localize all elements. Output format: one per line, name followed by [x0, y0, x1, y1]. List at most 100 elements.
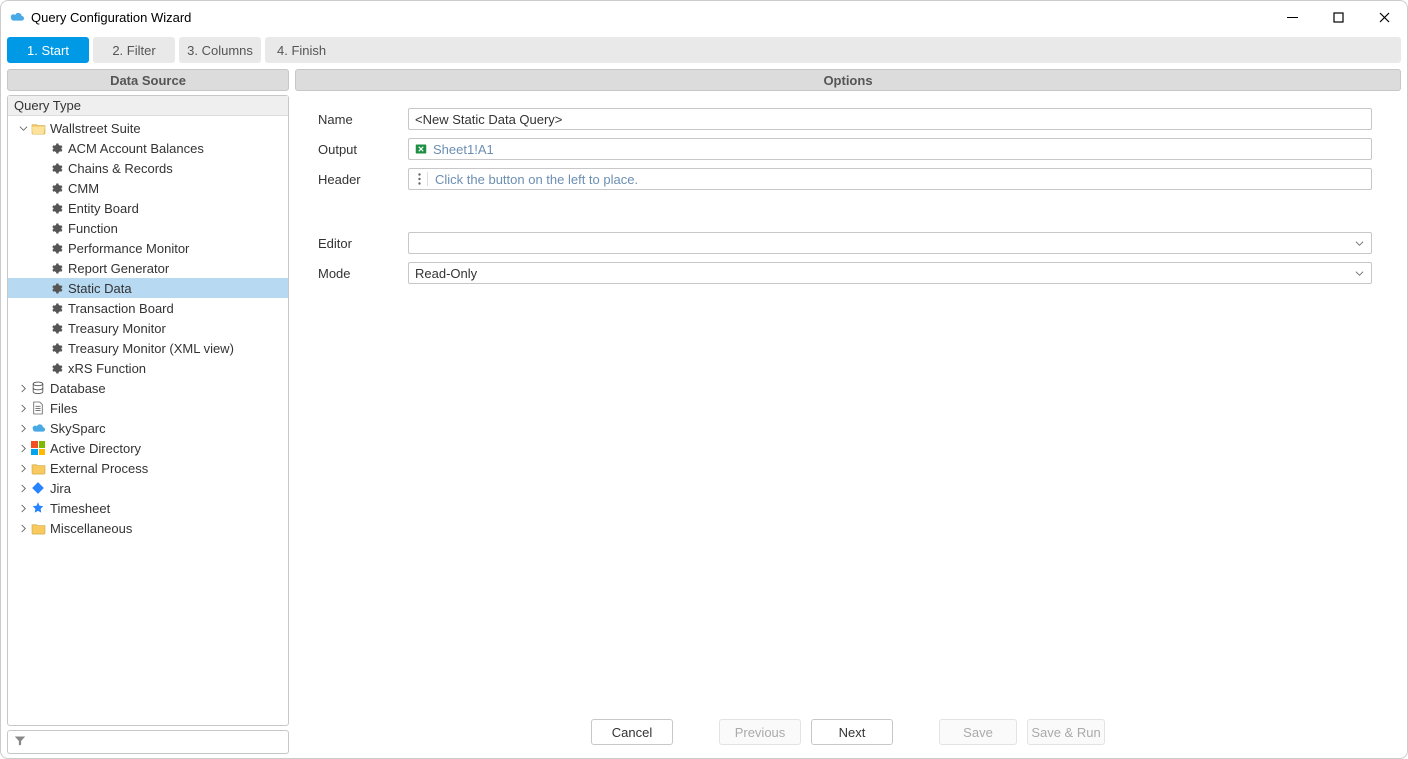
tree-filter-input[interactable]	[7, 730, 289, 754]
tab-columns-label: 3. Columns	[187, 43, 253, 58]
wizard-window: Query Configuration Wizard 1. Start 2. F…	[0, 0, 1408, 759]
tree-node-report-generator[interactable]: Report Generator	[8, 258, 288, 278]
gear-icon	[48, 360, 64, 376]
editor-dropdown[interactable]	[408, 232, 1372, 254]
tree-node-files[interactable]: Files	[8, 398, 288, 418]
tree-body[interactable]: Wallstreet Suite ACM Account Balances Ch…	[8, 116, 288, 725]
chevron-down-icon	[1351, 233, 1367, 253]
database-icon	[30, 380, 46, 396]
tree-node-label: Timesheet	[50, 501, 110, 516]
wizard-body: Data Source Query Type Wallstreet Suite …	[1, 65, 1407, 758]
tree-node-entity-board[interactable]: Entity Board	[8, 198, 288, 218]
tree-node-treasury-monitor[interactable]: Treasury Monitor	[8, 318, 288, 338]
options-body: Name <New Static Data Query> Output Shee…	[295, 91, 1401, 714]
data-source-header: Data Source	[7, 69, 289, 91]
gear-icon	[48, 300, 64, 316]
tree-node-static-data[interactable]: Static Data	[8, 278, 288, 298]
header-placeholder: Click the button on the left to place.	[435, 172, 638, 187]
tree-node-wallstreet-suite[interactable]: Wallstreet Suite	[8, 118, 288, 138]
gear-icon	[48, 340, 64, 356]
tree-node-jira[interactable]: Jira	[8, 478, 288, 498]
minimize-button[interactable]	[1269, 1, 1315, 33]
tree-node-chains-records[interactable]: Chains & Records	[8, 158, 288, 178]
tree-node-transaction-board[interactable]: Transaction Board	[8, 298, 288, 318]
tree-node-function[interactable]: Function	[8, 218, 288, 238]
folder-icon	[30, 460, 46, 476]
chevron-right-icon[interactable]	[16, 461, 30, 475]
mode-dropdown[interactable]: Read-Only	[408, 262, 1372, 284]
chevron-right-icon[interactable]	[16, 381, 30, 395]
options-panel: Options Name <New Static Data Query> Out…	[295, 69, 1401, 754]
gear-icon	[48, 240, 64, 256]
tab-columns[interactable]: 3. Columns	[179, 37, 261, 63]
tree-node-label: Files	[50, 401, 77, 416]
chevron-right-icon[interactable]	[16, 441, 30, 455]
tree-node-label: xRS Function	[68, 361, 146, 376]
tree-node-active-directory[interactable]: Active Directory	[8, 438, 288, 458]
chevron-right-icon[interactable]	[16, 421, 30, 435]
jira-icon	[30, 480, 46, 496]
tree-node-performance-monitor[interactable]: Performance Monitor	[8, 238, 288, 258]
windows-icon	[30, 440, 46, 456]
chevron-right-icon[interactable]	[16, 521, 30, 535]
filter-icon	[14, 735, 26, 750]
tree-node-timesheet[interactable]: Timesheet	[8, 498, 288, 518]
tree-node-acm-account-balances[interactable]: ACM Account Balances	[8, 138, 288, 158]
cancel-button-label: Cancel	[612, 725, 652, 740]
tree-node-skysparc[interactable]: SkySparc	[8, 418, 288, 438]
save-button[interactable]: Save	[939, 719, 1017, 745]
previous-button-label: Previous	[735, 725, 786, 740]
tab-finish[interactable]: 4. Finish	[265, 37, 1401, 63]
tree-node-xrs-function[interactable]: xRS Function	[8, 358, 288, 378]
tree-group-query-type: Query Type	[8, 96, 288, 116]
gear-icon	[48, 200, 64, 216]
tree-node-cmm[interactable]: CMM	[8, 178, 288, 198]
header-label: Header	[318, 172, 408, 187]
name-input[interactable]: <New Static Data Query>	[408, 108, 1372, 130]
output-input[interactable]: Sheet1!A1	[408, 138, 1372, 160]
tab-filter[interactable]: 2. Filter	[93, 37, 175, 63]
header-input[interactable]: Click the button on the left to place.	[408, 168, 1372, 190]
gear-icon	[48, 180, 64, 196]
excel-icon	[415, 143, 427, 155]
chevron-down-icon	[1351, 263, 1367, 283]
tab-start-label: 1. Start	[27, 43, 69, 58]
maximize-button[interactable]	[1315, 1, 1361, 33]
cancel-button[interactable]: Cancel	[591, 719, 673, 745]
gear-icon	[48, 320, 64, 336]
chevron-right-icon[interactable]	[16, 481, 30, 495]
tree-node-label: Jira	[50, 481, 71, 496]
options-header-label: Options	[823, 73, 872, 88]
tree-node-treasury-monitor-xml[interactable]: Treasury Monitor (XML view)	[8, 338, 288, 358]
tree-node-database[interactable]: Database	[8, 378, 288, 398]
chevron-right-icon[interactable]	[16, 501, 30, 515]
tree-node-label: Function	[68, 221, 118, 236]
chevron-right-icon[interactable]	[16, 401, 30, 415]
save-run-button-label: Save & Run	[1031, 725, 1100, 740]
data-source-panel: Data Source Query Type Wallstreet Suite …	[7, 69, 289, 754]
tab-filter-label: 2. Filter	[112, 43, 155, 58]
tab-start[interactable]: 1. Start	[7, 37, 89, 63]
save-run-button[interactable]: Save & Run	[1027, 719, 1105, 745]
chevron-down-icon[interactable]	[16, 121, 30, 135]
tree-node-label: Transaction Board	[68, 301, 174, 316]
name-label: Name	[318, 112, 408, 127]
gear-icon	[48, 280, 64, 296]
output-label: Output	[318, 142, 408, 157]
app-icon	[9, 9, 25, 25]
tree-node-label: SkySparc	[50, 421, 106, 436]
tree-node-label: Treasury Monitor (XML view)	[68, 341, 234, 356]
place-header-button[interactable]	[412, 172, 428, 186]
tree-node-external-process[interactable]: External Process	[8, 458, 288, 478]
next-button[interactable]: Next	[811, 719, 893, 745]
tree-node-label: Static Data	[68, 281, 132, 296]
gear-icon	[48, 220, 64, 236]
wizard-step-tabs: 1. Start 2. Filter 3. Columns 4. Finish	[1, 33, 1407, 65]
tree-node-label: Database	[50, 381, 106, 396]
folder-icon	[30, 520, 46, 536]
data-source-header-label: Data Source	[110, 73, 186, 88]
previous-button[interactable]: Previous	[719, 719, 801, 745]
close-button[interactable]	[1361, 1, 1407, 33]
gear-icon	[48, 160, 64, 176]
tree-node-miscellaneous[interactable]: Miscellaneous	[8, 518, 288, 538]
